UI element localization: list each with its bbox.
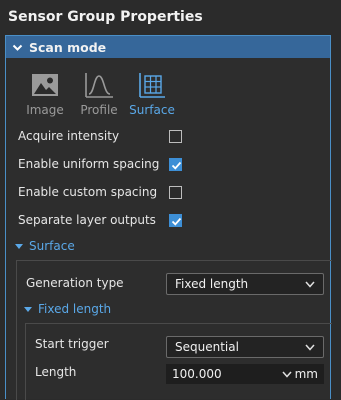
tab-profile[interactable]: Profile: [71, 70, 127, 117]
surface-subpanel-top-border: [16, 260, 332, 261]
tab-surface[interactable]: Surface: [124, 70, 180, 117]
enable-uniform-spacing-checkbox[interactable]: [169, 158, 182, 171]
page-title: Sensor Group Properties: [8, 9, 203, 25]
surface-section-toggle[interactable]: Surface: [15, 239, 75, 253]
fixed-length-subpanel-border: [25, 323, 26, 400]
start-trigger-value: Sequential: [175, 340, 239, 354]
checkmark-icon: [171, 217, 182, 226]
profile-icon: [85, 73, 113, 98]
tab-surface-label: Surface: [129, 103, 175, 117]
start-trigger-select[interactable]: Sequential: [166, 336, 324, 358]
length-input[interactable]: 100.000 mm: [166, 364, 324, 384]
acquire-intensity-label: Acquire intensity: [18, 129, 120, 143]
separate-layer-outputs-checkbox[interactable]: [169, 214, 182, 227]
generation-type-select[interactable]: Fixed length: [166, 273, 324, 295]
scan-mode-header[interactable]: Scan mode: [6, 36, 330, 58]
tab-image-label: Image: [26, 103, 64, 117]
chevron-down-icon: [305, 344, 315, 351]
length-value: 100.000: [172, 367, 222, 381]
scan-mode-header-label: Scan mode: [29, 39, 107, 55]
enable-uniform-spacing-label: Enable uniform spacing: [18, 157, 160, 171]
generation-type-value: Fixed length: [175, 277, 249, 291]
checkmark-icon: [171, 161, 182, 170]
chevron-down-icon[interactable]: [282, 371, 292, 378]
tab-profile-label: Profile: [80, 103, 118, 117]
enable-custom-spacing-checkbox[interactable]: [169, 186, 182, 199]
surface-section-label: Surface: [29, 239, 75, 253]
fixed-length-subpanel-top-border: [25, 323, 332, 324]
tab-image[interactable]: Image: [17, 70, 73, 117]
chevron-down-icon: [305, 281, 315, 288]
generation-type-label: Generation type: [26, 276, 124, 290]
triangle-down-icon: [24, 306, 32, 312]
acquire-intensity-checkbox[interactable]: [169, 130, 182, 143]
length-unit: mm: [294, 367, 318, 381]
length-label: Length: [35, 365, 77, 379]
fixed-length-section-toggle[interactable]: Fixed length: [24, 302, 111, 316]
surface-subpanel-border: [16, 260, 17, 400]
separate-layer-outputs-label: Separate layer outputs: [18, 213, 156, 227]
start-trigger-label: Start trigger: [35, 337, 109, 351]
triangle-down-icon: [15, 243, 23, 249]
enable-custom-spacing-label: Enable custom spacing: [18, 185, 158, 199]
image-icon: [32, 74, 58, 96]
surface-icon: [139, 73, 165, 98]
fixed-length-section-label: Fixed length: [38, 302, 112, 316]
chevron-down-icon: [12, 44, 23, 51]
